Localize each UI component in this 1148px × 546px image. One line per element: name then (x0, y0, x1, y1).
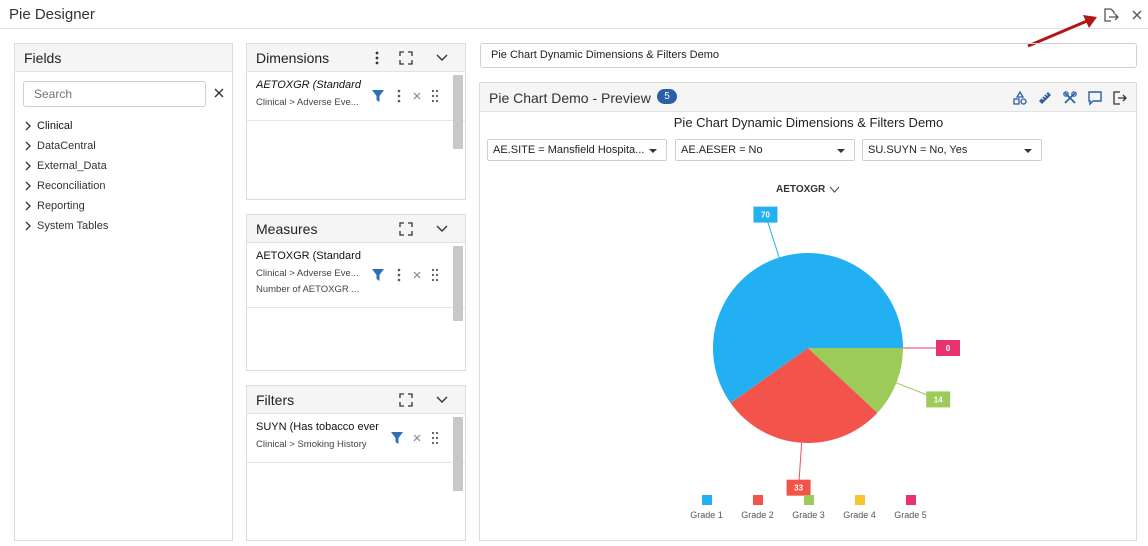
pie-chart: 70 33 14 0 (713, 206, 960, 496)
tree-item-datacentral[interactable]: DataCentral (23, 136, 108, 156)
chart-name-input[interactable]: Pie Chart Dynamic Dimensions & Filters D… (480, 43, 1137, 68)
data-label: 33 (794, 484, 803, 493)
tree-item-reporting[interactable]: Reporting (23, 196, 108, 216)
dimension-field-item[interactable]: AETOXGR (Standard T Clinical > Adverse E… (247, 72, 465, 121)
legend-label: Grade 5 (894, 510, 927, 520)
ruler-icon[interactable] (1037, 90, 1053, 106)
filter-field-item[interactable]: SUYN (Has tobacco ever b Clinical > Smok… (247, 414, 465, 463)
shapes-icon[interactable] (1012, 90, 1028, 106)
legend-swatch (701, 495, 712, 505)
legend-swatch (905, 495, 916, 505)
tools-icon[interactable] (1062, 90, 1078, 106)
field-name: SUYN (Has tobacco ever b (256, 421, 380, 433)
chevron-down-icon[interactable] (434, 50, 450, 66)
remove-icon[interactable] (412, 270, 422, 280)
dimensions-panel: Dimensions AETOXGR (Standard T Clinical … (246, 43, 466, 200)
filter-icon[interactable] (390, 431, 404, 445)
legend-swatch (854, 495, 865, 505)
legend-label: Grade 2 (741, 510, 774, 520)
tree-item-label: Reconciliation (37, 180, 106, 192)
filters-header: Filters (247, 386, 465, 414)
legend-item[interactable]: Grade 5 (885, 495, 936, 520)
scrollbar[interactable] (453, 417, 463, 491)
tree-item-label: Reporting (37, 200, 85, 212)
comment-icon[interactable] (1087, 90, 1103, 106)
tree-item-label: DataCentral (37, 140, 96, 152)
tree-item-clinical[interactable]: Clinical (23, 116, 108, 136)
preview-title: Pie Chart Demo - Preview (489, 90, 651, 106)
chevron-right-icon (25, 201, 31, 211)
fields-panel: Fields Clinical DataCentral External_Dat… (14, 43, 233, 541)
tree-item-label: External_Data (37, 160, 107, 172)
legend-item[interactable]: Grade 1 (681, 495, 732, 520)
more-vertical-icon[interactable] (369, 50, 385, 66)
measures-title: Measures (256, 221, 318, 237)
more-vertical-icon[interactable] (395, 267, 403, 283)
field-aggregation: Number of AETOXGR ... (256, 284, 360, 295)
tree-item-label: System Tables (37, 220, 109, 232)
legend-label: Grade 3 (792, 510, 825, 520)
export-icon[interactable] (1112, 90, 1128, 106)
field-path: Clinical > Adverse Eve... (256, 97, 359, 108)
expand-icon[interactable] (398, 221, 414, 237)
fields-search-input[interactable] (23, 81, 206, 107)
data-label: 70 (761, 211, 770, 220)
fields-title: Fields (24, 50, 62, 66)
measures-panel: Measures AETOXGR (Standard T Clinical > … (246, 214, 466, 371)
scrollbar[interactable] (453, 246, 463, 321)
legend-item[interactable]: Grade 4 (834, 495, 885, 520)
filter-icon[interactable] (371, 268, 385, 282)
legend-item[interactable]: Grade 3 (783, 495, 834, 520)
expand-icon[interactable] (398, 50, 414, 66)
measure-field-item[interactable]: AETOXGR (Standard T Clinical > Adverse E… (247, 243, 465, 308)
drag-handle-icon[interactable] (431, 431, 439, 445)
measures-header: Measures (247, 215, 465, 243)
fields-header: Fields (15, 44, 232, 72)
legend-item[interactable]: Grade 2 (732, 495, 783, 520)
clear-search-icon[interactable] (212, 86, 226, 100)
preview-count-badge: 5 (657, 89, 677, 104)
field-path: Clinical > Smoking History (256, 439, 367, 450)
legend-label: Grade 4 (843, 510, 876, 520)
tree-item-system-tables[interactable]: System Tables (23, 216, 108, 236)
tree-item-label: Clinical (37, 120, 73, 132)
remove-icon[interactable] (412, 91, 422, 101)
chevron-down-icon[interactable] (434, 221, 450, 237)
filters-title: Filters (256, 392, 295, 408)
chevron-down-icon[interactable] (434, 392, 450, 408)
close-icon[interactable] (1128, 6, 1146, 24)
window-title: Pie Designer (9, 6, 95, 23)
legend-swatch (803, 495, 814, 505)
data-label: 14 (934, 395, 943, 404)
chart-legend: Grade 1 Grade 2 Grade 3 Grade 4 Grade 5 (681, 495, 936, 520)
drag-handle-icon[interactable] (431, 89, 439, 103)
expand-icon[interactable] (398, 392, 414, 408)
legend-swatch (752, 495, 763, 505)
chevron-right-icon (25, 221, 31, 231)
more-vertical-icon[interactable] (395, 88, 403, 104)
chevron-right-icon (25, 181, 31, 191)
dimensions-title: Dimensions (256, 50, 330, 66)
chevron-right-icon (25, 161, 31, 171)
legend-label: Grade 1 (690, 510, 723, 520)
preview-header: Pie Chart Demo - Preview (480, 83, 1136, 112)
chevron-right-icon (25, 141, 31, 151)
title-bar: Pie Designer (0, 0, 1148, 29)
filter-icon[interactable] (371, 89, 385, 103)
dimensions-header: Dimensions (247, 44, 465, 72)
filters-panel: Filters SUYN (Has tobacco ever b Clinica… (246, 385, 466, 541)
field-name: AETOXGR (Standard T (256, 79, 362, 91)
drag-handle-icon[interactable] (431, 268, 439, 282)
field-name: AETOXGR (Standard T (256, 250, 362, 262)
data-label: 0 (946, 344, 951, 353)
chevron-right-icon (25, 121, 31, 131)
scrollbar[interactable] (453, 75, 463, 149)
fields-tree: Clinical DataCentral External_Data Recon… (23, 116, 108, 236)
field-path: Clinical > Adverse Eve... (256, 268, 359, 279)
tree-item-external-data[interactable]: External_Data (23, 156, 108, 176)
tree-item-reconciliation[interactable]: Reconciliation (23, 176, 108, 196)
remove-icon[interactable] (412, 433, 422, 443)
